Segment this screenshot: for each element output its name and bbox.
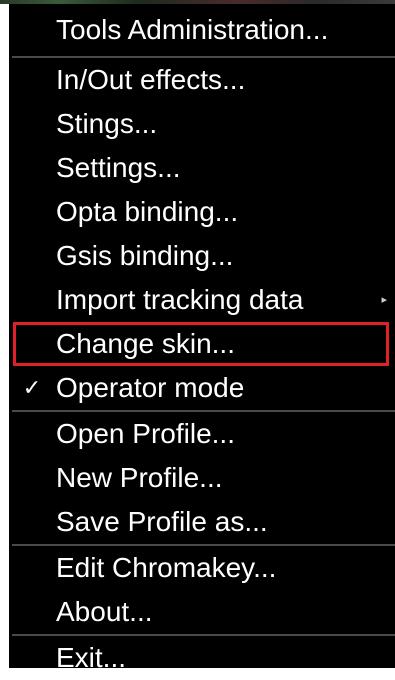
menu-item-label: Operator mode bbox=[56, 372, 245, 403]
menu-item-about[interactable]: About... bbox=[9, 590, 395, 634]
menu-item-label: New Profile... bbox=[56, 462, 223, 493]
menu-item-label: In/Out effects... bbox=[56, 64, 246, 95]
menu-item-label: Open Profile... bbox=[56, 418, 235, 449]
menu-item-open-profile[interactable]: Open Profile... bbox=[9, 412, 395, 456]
submenu-arrow-icon: ▸ bbox=[381, 294, 387, 306]
menu-item-exit[interactable]: Exit... bbox=[9, 636, 395, 680]
menu-item-label: Opta binding... bbox=[56, 196, 239, 227]
menu-item-label: Settings... bbox=[56, 152, 181, 183]
menu-item-operator-mode[interactable]: ✓ Operator mode bbox=[9, 366, 395, 410]
menu-item-label: Import tracking data bbox=[56, 284, 304, 315]
menu-item-stings[interactable]: Stings... bbox=[9, 102, 395, 146]
menu-item-label: Change skin... bbox=[56, 328, 235, 359]
menu-item-save-profile-as[interactable]: Save Profile as... bbox=[9, 500, 395, 544]
menu-item-label: Save Profile as... bbox=[56, 506, 268, 537]
menu-item-in-out-effects[interactable]: In/Out effects... bbox=[9, 58, 395, 102]
screenshot-frame: Tools Administration... In/Out effects...… bbox=[0, 0, 395, 673]
menu-item-label: Exit... bbox=[56, 642, 127, 673]
menu-item-change-skin[interactable]: Change skin... bbox=[13, 322, 389, 366]
menu-item-label: Tools Administration... bbox=[56, 14, 329, 45]
menu-item-opta-binding[interactable]: Opta binding... bbox=[9, 190, 395, 234]
menu-item-tools-administration[interactable]: Tools Administration... bbox=[9, 4, 395, 56]
menu-item-label: About... bbox=[56, 596, 153, 627]
menu-item-gsis-binding[interactable]: Gsis binding... bbox=[9, 234, 395, 278]
check-icon: ✓ bbox=[22, 375, 42, 400]
menu-item-label: Stings... bbox=[56, 108, 158, 139]
menu-item-settings[interactable]: Settings... bbox=[9, 146, 395, 190]
menu-item-new-profile[interactable]: New Profile... bbox=[9, 456, 395, 500]
menu-item-import-tracking-data[interactable]: Import tracking data ▸ bbox=[9, 278, 395, 322]
context-menu: Tools Administration... In/Out effects...… bbox=[9, 4, 395, 673]
menu-item-label: Gsis binding... bbox=[56, 240, 234, 271]
menu-item-label: Edit Chromakey... bbox=[56, 552, 277, 583]
menu-item-edit-chromakey[interactable]: Edit Chromakey... bbox=[9, 546, 395, 590]
